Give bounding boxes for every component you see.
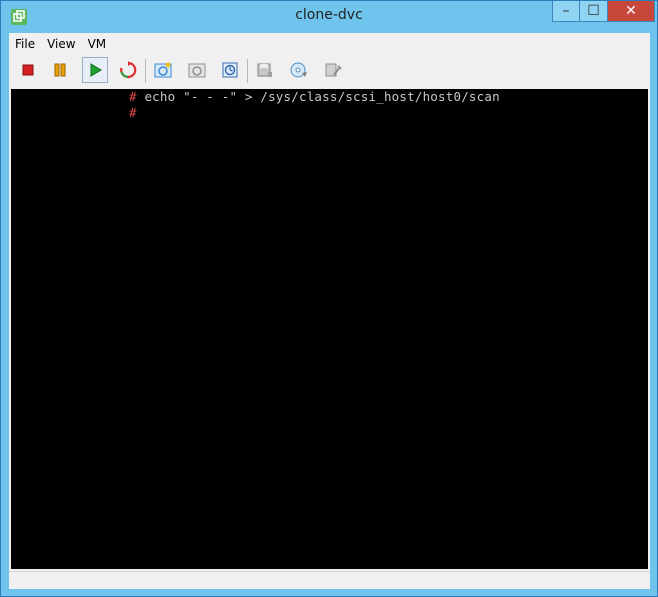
maximize-button[interactable]: ☐ xyxy=(579,1,608,22)
minimize-icon: – xyxy=(562,3,570,19)
floppy-icon xyxy=(257,63,272,77)
suspend-icon xyxy=(54,63,66,77)
menu-view[interactable]: View xyxy=(45,37,77,51)
vm-settings-icon xyxy=(325,63,342,77)
console-prompt: # xyxy=(129,89,137,104)
console-command: echo "- - -" > /sys/class/scsi_host/host… xyxy=(136,89,500,104)
power-off-button[interactable] xyxy=(16,58,40,82)
vm-settings-button[interactable] xyxy=(321,58,345,82)
cd-dvd-icon xyxy=(290,62,307,78)
revert-snapshot-button[interactable] xyxy=(185,58,209,82)
maximize-icon: ☐ xyxy=(587,3,600,19)
take-snapshot-button[interactable] xyxy=(151,58,175,82)
menu-file[interactable]: File xyxy=(13,37,37,51)
toolbar xyxy=(9,55,650,87)
menu-bar: File View VM xyxy=(9,33,650,55)
power-on-icon xyxy=(90,63,102,77)
console-line: # echo "- - -" > /sys/class/scsi_host/ho… xyxy=(129,89,500,104)
close-button[interactable]: ✕ xyxy=(607,1,655,22)
reset-icon xyxy=(120,61,137,79)
reset-button[interactable] xyxy=(116,58,140,82)
close-icon: ✕ xyxy=(625,3,637,19)
revert-snapshot-icon xyxy=(188,63,206,78)
suspend-button[interactable] xyxy=(48,58,72,82)
menu-vm[interactable]: VM xyxy=(86,37,109,51)
minimize-button[interactable]: – xyxy=(552,1,580,22)
vm-console-window: clone-dvc – ☐ ✕ File View VM # echo "- -… xyxy=(0,0,658,597)
console-line: # xyxy=(129,105,137,120)
status-bar xyxy=(9,571,650,589)
cd-dvd-button[interactable] xyxy=(287,58,311,82)
snapshot-manager-button[interactable] xyxy=(218,58,242,82)
power-on-button[interactable] xyxy=(82,57,108,83)
take-snapshot-icon xyxy=(154,62,172,78)
vm-console-screen[interactable]: # echo "- - -" > /sys/class/scsi_host/ho… xyxy=(11,89,648,569)
console-prompt: # xyxy=(129,105,137,120)
floppy-button[interactable] xyxy=(253,58,277,82)
power-off-icon xyxy=(22,64,34,76)
toolbar-separator xyxy=(145,59,146,83)
title-bar[interactable]: clone-dvc – ☐ ✕ xyxy=(1,1,657,33)
client-area: File View VM # echo "- - -" > /sys/class… xyxy=(9,33,650,589)
toolbar-separator xyxy=(247,59,248,83)
snapshot-manager-icon xyxy=(222,62,238,78)
